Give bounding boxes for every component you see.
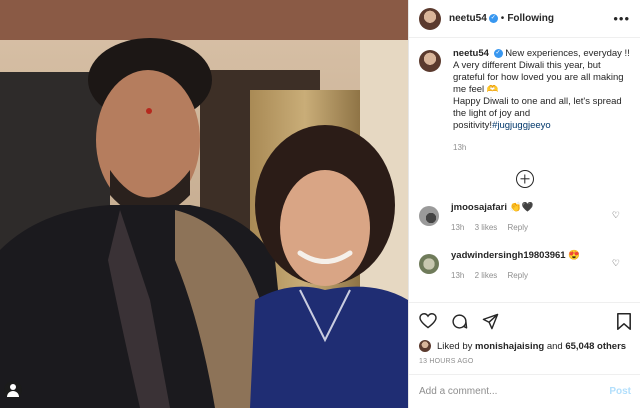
comments-list: jmoosajafari 👏🖤 13h 3 likes Reply ♡ yadw… bbox=[409, 202, 640, 298]
comment-text: 👏🖤 bbox=[509, 202, 534, 213]
caption-hashtag[interactable]: #jugjuggjeeyo bbox=[492, 120, 551, 131]
add-comment-bar: Post bbox=[409, 374, 640, 408]
caption-avatar[interactable] bbox=[419, 50, 441, 72]
caption-body: neetu54 ✓ New experiences, everyday !! A… bbox=[453, 48, 630, 154]
post-comment-button[interactable]: Post bbox=[609, 386, 631, 397]
caption: neetu54 ✓ New experiences, everyday !! A… bbox=[409, 38, 640, 154]
comment-time: 13h bbox=[451, 223, 465, 232]
comment-like-heart-icon[interactable]: ♡ bbox=[612, 258, 620, 269]
comment-likes[interactable]: 2 likes bbox=[475, 271, 498, 280]
author-username[interactable]: neetu54 bbox=[449, 13, 487, 24]
liker-username[interactable]: monishajaising bbox=[475, 341, 544, 352]
instagram-post: neetu54 ✓ • Following ••• neetu54 ✓ New … bbox=[0, 0, 640, 408]
comment-avatar[interactable] bbox=[419, 206, 439, 226]
comment-text: 😍 bbox=[568, 250, 581, 261]
comment-body: yadwindersingh19803961 😍 13h 2 likes Rep… bbox=[451, 250, 580, 298]
liker-avatar[interactable] bbox=[419, 340, 431, 352]
verified-badge-icon: ✓ bbox=[488, 14, 498, 23]
verified-badge-icon: ✓ bbox=[493, 48, 503, 58]
likes-prefix: Liked by bbox=[437, 340, 473, 352]
caption-username[interactable]: neetu54 bbox=[453, 48, 489, 59]
comment-likes[interactable]: 3 likes bbox=[475, 223, 498, 232]
comment-item: yadwindersingh19803961 😍 13h 2 likes Rep… bbox=[409, 250, 640, 298]
comment-bubble-icon[interactable] bbox=[451, 313, 468, 330]
post-actions: Liked by monishajaising and 65,048 other… bbox=[409, 302, 640, 365]
save-bookmark-icon[interactable] bbox=[617, 312, 631, 330]
header-separator: • bbox=[500, 13, 505, 24]
comment-avatar[interactable] bbox=[419, 254, 439, 274]
author-avatar[interactable] bbox=[419, 7, 441, 30]
share-paper-plane-icon[interactable] bbox=[482, 313, 499, 330]
following-button[interactable]: Following bbox=[507, 13, 554, 24]
add-comment-input[interactable] bbox=[419, 386, 599, 397]
comment-username[interactable]: yadwindersingh19803961 bbox=[451, 250, 566, 261]
comment-reply-button[interactable]: Reply bbox=[508, 223, 528, 232]
caption-time: 13h bbox=[453, 143, 467, 152]
action-icons bbox=[419, 311, 631, 331]
likes-summary: Liked by monishajaising and 65,048 other… bbox=[419, 340, 631, 352]
post-sidebar: neetu54 ✓ • Following ••• neetu54 ✓ New … bbox=[408, 0, 640, 408]
likes-connector: and bbox=[546, 340, 563, 352]
post-time-ago: 13 HOURS AGO bbox=[419, 358, 474, 365]
comment-time: 13h bbox=[451, 271, 465, 280]
comment-like-heart-icon[interactable]: ♡ bbox=[612, 210, 620, 221]
load-more-comments bbox=[409, 170, 640, 188]
comment-body: jmoosajafari 👏🖤 13h 3 likes Reply bbox=[451, 202, 536, 250]
load-more-comments-icon[interactable] bbox=[515, 170, 534, 188]
like-heart-icon[interactable] bbox=[419, 313, 437, 329]
likes-others-count[interactable]: 65,048 others bbox=[565, 341, 626, 352]
post-header: neetu54 ✓ • Following ••• bbox=[409, 0, 640, 38]
post-photo[interactable] bbox=[0, 0, 408, 408]
user-tag-icon[interactable] bbox=[4, 381, 22, 399]
comment-meta: 13h 3 likes Reply bbox=[451, 222, 536, 234]
more-options-icon[interactable]: ••• bbox=[613, 11, 630, 26]
comment-item: jmoosajafari 👏🖤 13h 3 likes Reply ♡ bbox=[409, 202, 640, 250]
comment-reply-button[interactable]: Reply bbox=[508, 271, 528, 280]
post-photo-illustration bbox=[0, 0, 408, 408]
comment-meta: 13h 2 likes Reply bbox=[451, 270, 580, 282]
comment-username[interactable]: jmoosajafari bbox=[451, 202, 507, 213]
